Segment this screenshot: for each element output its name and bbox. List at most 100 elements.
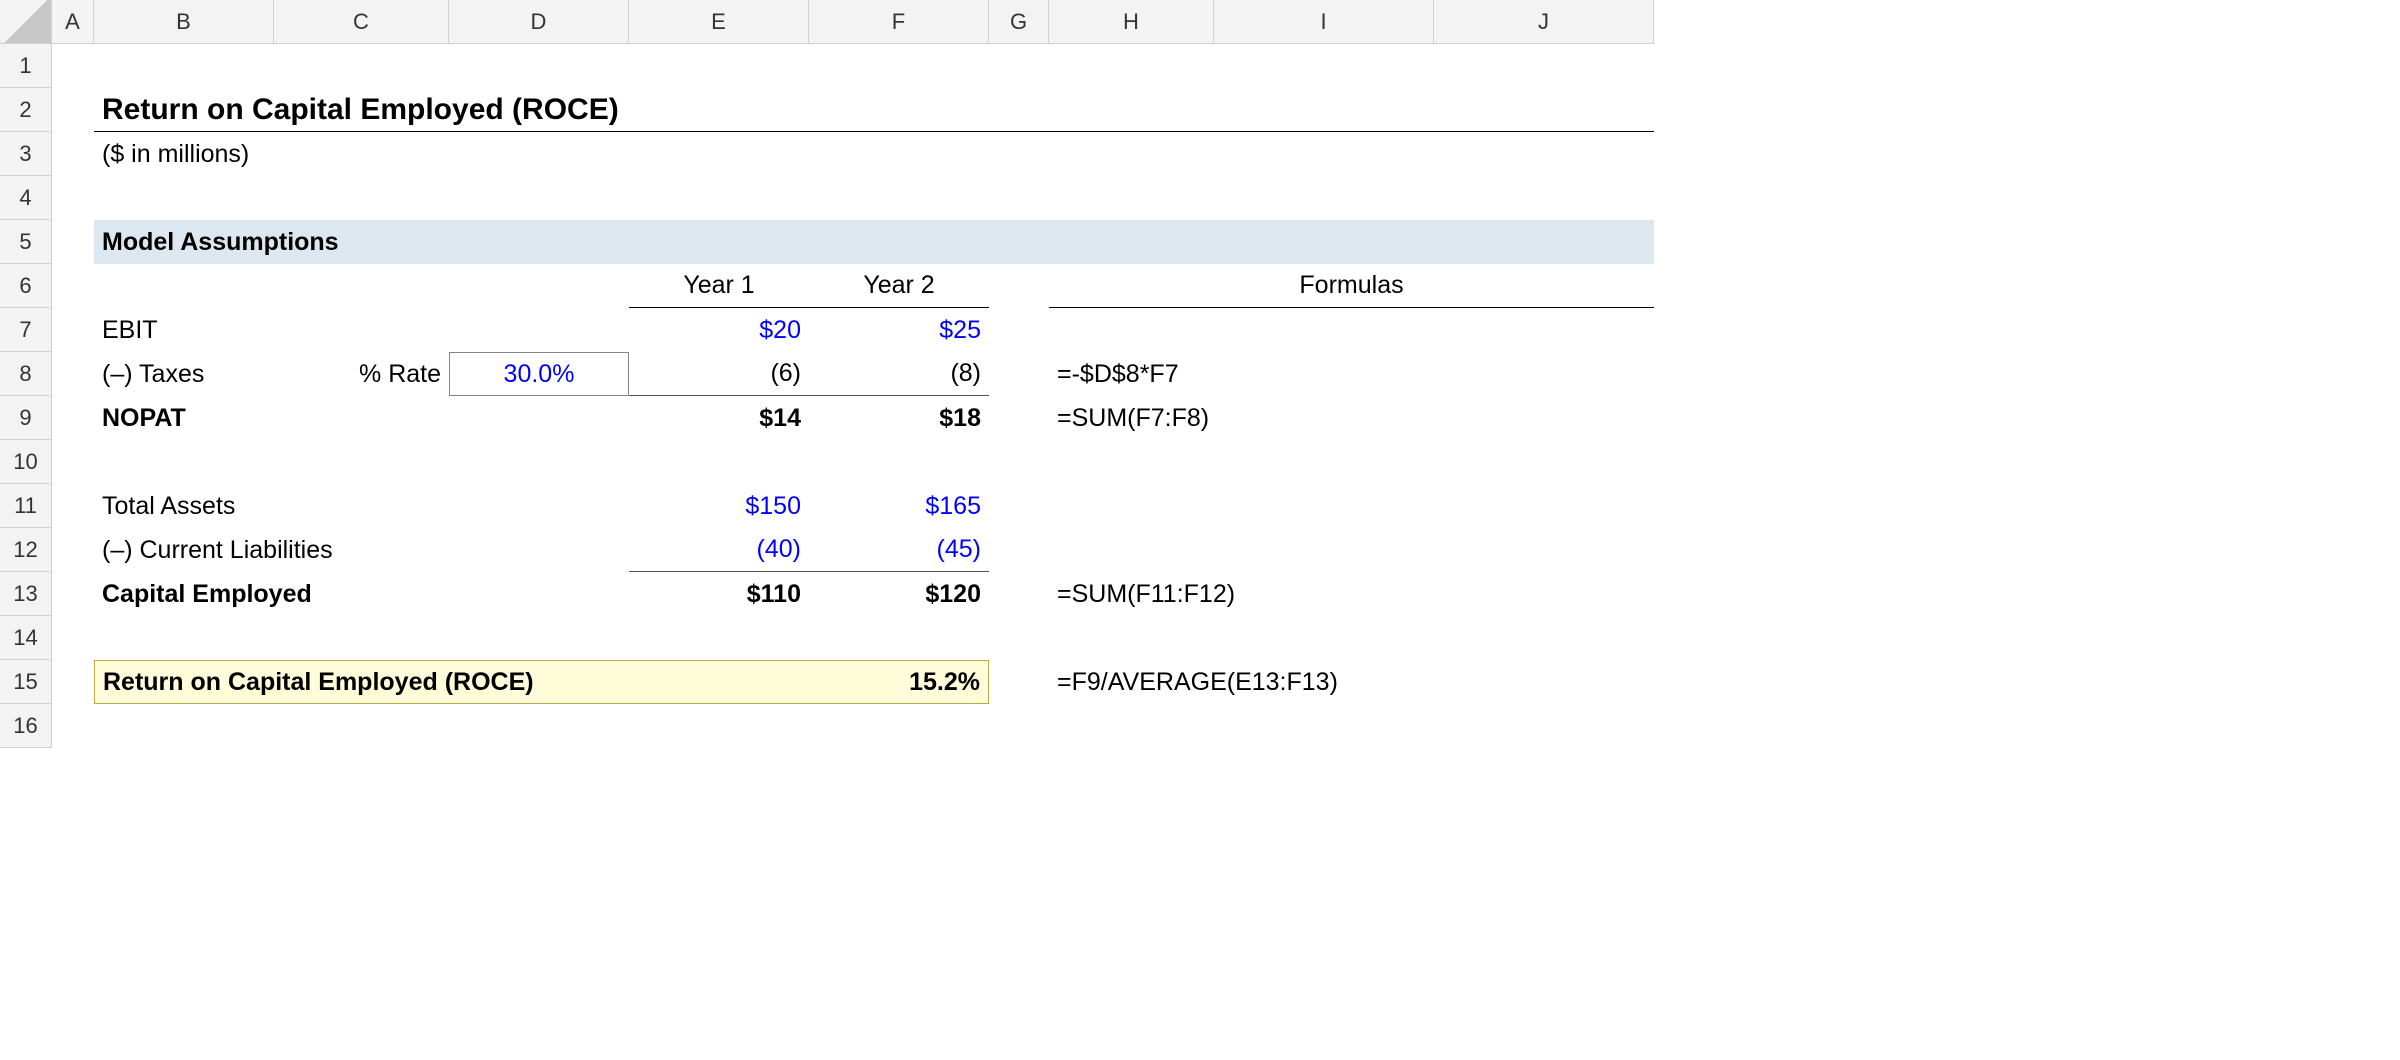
cell-A5[interactable] (52, 220, 94, 264)
col-header-F[interactable]: F (809, 0, 989, 44)
cell-E15[interactable] (629, 660, 809, 704)
col-header-G[interactable]: G (989, 0, 1049, 44)
cell-G13[interactable] (989, 572, 1049, 616)
formula-taxes[interactable]: =-$D$8*F7 (1049, 352, 1654, 396)
total-assets-year2[interactable]: $165 (809, 484, 989, 528)
ebit-year1[interactable]: $20 (629, 308, 809, 352)
cell-G1[interactable] (989, 44, 1049, 88)
cell-A6[interactable] (52, 264, 94, 308)
cell-A8[interactable] (52, 352, 94, 396)
row-header-11[interactable]: 11 (0, 484, 52, 528)
cell-E1[interactable] (629, 44, 809, 88)
nopat-year2[interactable]: $18 (809, 396, 989, 440)
cell-F1[interactable] (809, 44, 989, 88)
row-header-8[interactable]: 8 (0, 352, 52, 396)
cell-G7[interactable] (989, 308, 1049, 352)
cell-A15[interactable] (52, 660, 94, 704)
ebit-year2[interactable]: $25 (809, 308, 989, 352)
cell-G15[interactable] (989, 660, 1049, 704)
cell-A13[interactable] (52, 572, 94, 616)
taxes-year2[interactable]: (8) (809, 352, 989, 396)
col-header-D[interactable]: D (449, 0, 629, 44)
row-header-16[interactable]: 16 (0, 704, 52, 748)
cell-B6[interactable] (94, 264, 274, 308)
cell-G11[interactable] (989, 484, 1049, 528)
row-header-7[interactable]: 7 (0, 308, 52, 352)
row-header-5[interactable]: 5 (0, 220, 52, 264)
cell-H12[interactable] (1049, 528, 1654, 572)
label-tax-rate[interactable]: % Rate (274, 352, 449, 396)
select-all-corner[interactable] (0, 0, 52, 44)
label-total-assets[interactable]: Total Assets (94, 484, 629, 528)
cell-row10[interactable] (52, 440, 1654, 484)
cap-emp-year2[interactable]: $120 (809, 572, 989, 616)
col-header-I[interactable]: I (1214, 0, 1434, 44)
cell-G12[interactable] (989, 528, 1049, 572)
label-roce[interactable]: Return on Capital Employed (ROCE) (94, 660, 629, 704)
cell-I1[interactable] (1214, 44, 1434, 88)
cap-emp-year1[interactable]: $110 (629, 572, 809, 616)
taxes-year1[interactable]: (6) (629, 352, 809, 396)
roce-value[interactable]: 15.2% (809, 660, 989, 704)
cell-H1[interactable] (1049, 44, 1214, 88)
cell-G6[interactable] (989, 264, 1049, 308)
col-header-A[interactable]: A (52, 0, 94, 44)
header-year1[interactable]: Year 1 (629, 264, 809, 308)
tax-rate-input[interactable]: 30.0% (449, 352, 629, 396)
cell-row14[interactable] (52, 616, 1654, 660)
cell-G8[interactable] (989, 352, 1049, 396)
row-header-3[interactable]: 3 (0, 132, 52, 176)
label-ebit[interactable]: EBIT (94, 308, 629, 352)
page-title[interactable]: Return on Capital Employed (ROCE) (94, 88, 1654, 132)
row-header-13[interactable]: 13 (0, 572, 52, 616)
row-header-14[interactable]: 14 (0, 616, 52, 660)
cell-A12[interactable] (52, 528, 94, 572)
cell-A2[interactable] (52, 88, 94, 132)
cell-C6[interactable] (274, 264, 449, 308)
cell-A7[interactable] (52, 308, 94, 352)
total-assets-year1[interactable]: $150 (629, 484, 809, 528)
header-year2[interactable]: Year 2 (809, 264, 989, 308)
units-label[interactable]: ($ in millions) (94, 132, 1654, 176)
cell-B4[interactable] (94, 176, 1654, 220)
cell-D6[interactable] (449, 264, 629, 308)
cur-liab-year1[interactable]: (40) (629, 528, 809, 572)
col-header-C[interactable]: C (274, 0, 449, 44)
row-header-6[interactable]: 6 (0, 264, 52, 308)
cell-A9[interactable] (52, 396, 94, 440)
formula-nopat[interactable]: =SUM(F7:F8) (1049, 396, 1654, 440)
col-header-B[interactable]: B (94, 0, 274, 44)
row-header-2[interactable]: 2 (0, 88, 52, 132)
row-header-9[interactable]: 9 (0, 396, 52, 440)
cell-C1[interactable] (274, 44, 449, 88)
row-header-4[interactable]: 4 (0, 176, 52, 220)
cell-H11[interactable] (1049, 484, 1654, 528)
nopat-year1[interactable]: $14 (629, 396, 809, 440)
cell-J1[interactable] (1434, 44, 1654, 88)
cell-A4[interactable] (52, 176, 94, 220)
label-nopat[interactable]: NOPAT (94, 396, 629, 440)
cell-H7[interactable] (1049, 308, 1654, 352)
header-formulas[interactable]: Formulas (1049, 264, 1654, 308)
col-header-E[interactable]: E (629, 0, 809, 44)
cell-row16[interactable] (52, 704, 1654, 748)
row-header-12[interactable]: 12 (0, 528, 52, 572)
formula-cap-emp[interactable]: =SUM(F11:F12) (1049, 572, 1654, 616)
col-header-J[interactable]: J (1434, 0, 1654, 44)
row-header-15[interactable]: 15 (0, 660, 52, 704)
formula-roce[interactable]: =F9/AVERAGE(E13:F13) (1049, 660, 1654, 704)
col-header-H[interactable]: H (1049, 0, 1214, 44)
spreadsheet-grid[interactable]: A B C D E F G H I J 1 2 Return on Capita… (0, 0, 2400, 748)
cell-A3[interactable] (52, 132, 94, 176)
label-taxes[interactable]: (–) Taxes (94, 352, 274, 396)
cell-A11[interactable] (52, 484, 94, 528)
row-header-1[interactable]: 1 (0, 44, 52, 88)
cell-A1[interactable] (52, 44, 94, 88)
row-header-10[interactable]: 10 (0, 440, 52, 484)
label-cur-liab[interactable]: (–) Current Liabilities (94, 528, 629, 572)
section-assumptions-header[interactable]: Model Assumptions (94, 220, 1654, 264)
cell-G9[interactable] (989, 396, 1049, 440)
label-cap-emp[interactable]: Capital Employed (94, 572, 629, 616)
cell-B1[interactable] (94, 44, 274, 88)
cur-liab-year2[interactable]: (45) (809, 528, 989, 572)
